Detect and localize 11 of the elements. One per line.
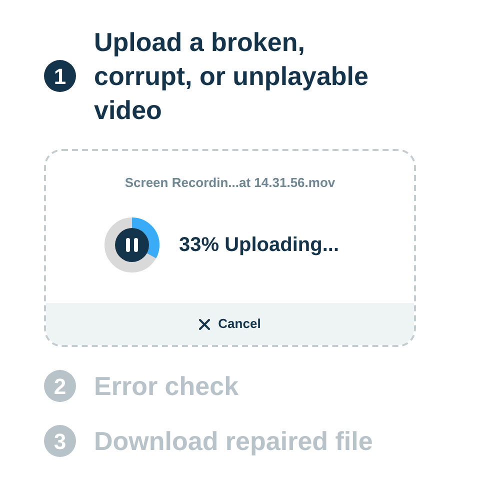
close-icon <box>199 318 210 330</box>
step-number: 1 <box>44 60 76 92</box>
pause-icon <box>125 236 139 252</box>
cancel-button[interactable]: Cancel <box>46 303 414 345</box>
step-number: 2 <box>44 370 76 402</box>
step-number: 3 <box>44 425 76 457</box>
step-title: Download repaired file <box>94 425 374 458</box>
file-name: Screen Recordin...at 14.31.56.mov <box>124 174 336 192</box>
step-title: Upload a broken, corrupt, or unplayable video <box>94 26 370 127</box>
upload-status: 33% Uploading... <box>179 232 340 258</box>
step-title: Error check <box>94 370 240 403</box>
